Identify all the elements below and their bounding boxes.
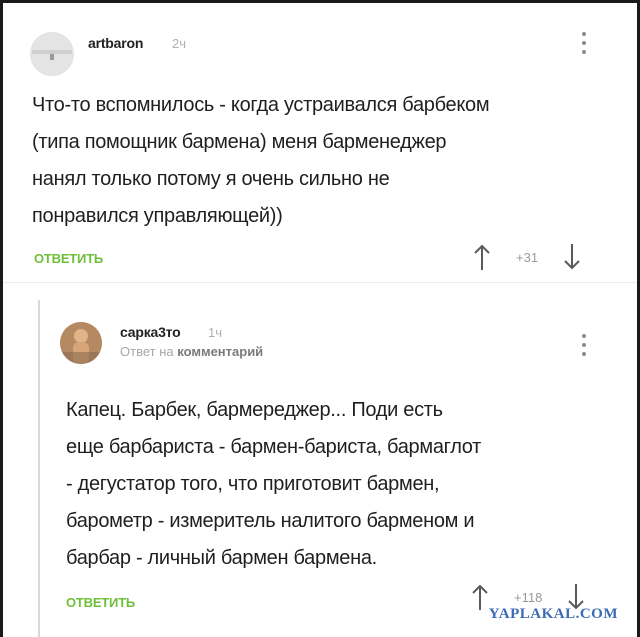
avatar[interactable] (60, 322, 102, 364)
comment-text-line: нанял только потому я очень сильно не (32, 168, 390, 190)
divider (3, 282, 637, 283)
comment-time: 1ч (208, 325, 223, 340)
arrow-up-icon[interactable] (472, 242, 492, 272)
more-vertical-icon[interactable] (581, 334, 587, 356)
comment-author[interactable]: сарка3то (120, 324, 181, 340)
vote-score: +118 (514, 589, 543, 605)
arrow-up-icon[interactable] (470, 582, 490, 612)
more-vertical-icon[interactable] (581, 32, 587, 54)
frame-border-top (0, 0, 640, 3)
arrow-down-icon[interactable] (562, 242, 582, 272)
comment-text: Что-то вспомнилось - когда устраивался б… (32, 87, 602, 235)
comment-text-line: еще барбариста - бармен-бариста, бармагл… (66, 436, 482, 458)
frame-border-left (0, 0, 3, 637)
comment-text-line: барбар - личный бармен бармена. (66, 547, 377, 569)
comment-time: 2ч (172, 36, 187, 51)
vote-score: +31 (516, 249, 539, 265)
comment-2: сарка3то 1ч Ответ на комментарий Капец. … (38, 300, 623, 637)
comment-text-line: понравился управляющей)) (32, 205, 283, 227)
comment-text-line: (типа помощник бармена) меня барменеджер (32, 131, 447, 153)
comment-text: Капец. Барбек, бармереджер... Поди есть … (66, 392, 606, 577)
reply-button[interactable]: ОТВЕТИТЬ (34, 251, 103, 266)
avatar[interactable] (30, 32, 74, 76)
reply-button[interactable]: ОТВЕТИТЬ (66, 595, 135, 610)
comment-text-line: - дегустатор того, что приготовит бармен… (66, 473, 440, 495)
comment-text-line: Капец. Барбек, бармереджер... Поди есть (66, 399, 443, 421)
comment-text-line: барометр - измеритель налитого барменом … (66, 510, 475, 532)
vote-widget: +31 (472, 242, 582, 272)
comment-author[interactable]: artbaron (88, 35, 143, 51)
reply-to-link[interactable]: комментарий (177, 344, 263, 359)
comment-1: artbaron 2ч Что-то вспомнилось - когда у… (30, 18, 610, 278)
comment-text-line: Что-то вспомнилось - когда устраивался б… (32, 94, 490, 116)
reply-to-info: Ответ на комментарий (120, 344, 263, 359)
reply-to-prefix: Ответ на (120, 344, 174, 359)
site-watermark: YAPLAKAL.COM (488, 606, 618, 622)
